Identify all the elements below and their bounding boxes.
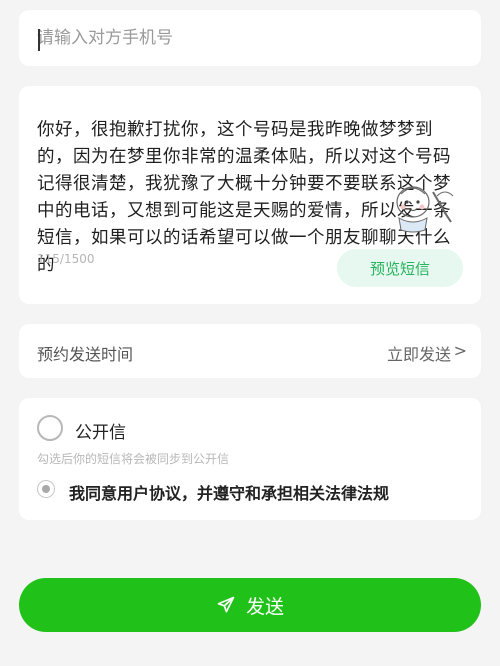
agree-terms-radio[interactable] (37, 480, 55, 498)
chevron-right-icon: > (453, 341, 467, 360)
text-cursor (38, 29, 40, 51)
phone-input-card (19, 10, 481, 66)
cartoon-sticker-icon: ° (396, 181, 454, 233)
agree-terms-label[interactable]: 我同意用户协议，并遵守和承担相关法律法规 (69, 480, 389, 504)
send-button[interactable]: 发送 (19, 578, 481, 632)
message-card[interactable]: 你好，很抱歉打扰你，这个号码是我昨晚做梦梦到的，因为在梦里你非常的温柔体贴，所以… (19, 86, 481, 304)
public-letter-hint: 勾选后你的短信将会被同步到公开信 (37, 452, 230, 466)
svg-text:°: ° (443, 181, 447, 190)
public-letter-label[interactable]: 公开信 (75, 418, 126, 443)
send-label: 发送 (245, 595, 284, 618)
paper-plane-icon (217, 596, 235, 613)
radio-selected-dot (41, 484, 50, 493)
schedule-label: 预约发送时间 (37, 345, 134, 364)
character-count: 115/1500 (37, 252, 95, 266)
phone-number-input[interactable] (37, 22, 457, 54)
schedule-value[interactable]: 立即发送 (387, 341, 451, 365)
schedule-send-row[interactable]: 预约发送时间 立即发送 > (19, 324, 481, 378)
public-letter-radio[interactable] (37, 415, 63, 441)
options-card: 公开信 勾选后你的短信将会被同步到公开信 我同意用户协议，并遵守和承担相关法律法… (19, 398, 481, 520)
preview-message-button[interactable]: 预览短信 (337, 249, 463, 287)
